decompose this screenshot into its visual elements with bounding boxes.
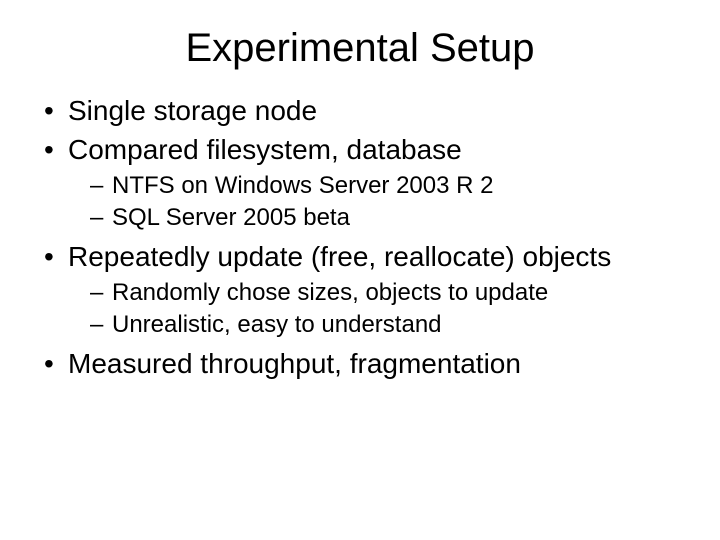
sub-list-item-text: Randomly chose sizes, objects to update bbox=[112, 279, 548, 306]
sub-list-item-text: Unrealistic, easy to understand bbox=[112, 311, 442, 338]
list-item-text: Repeatedly update (free, reallocate) obj… bbox=[68, 241, 611, 272]
sub-list-item: Unrealistic, easy to understand bbox=[90, 310, 690, 340]
list-item-text: Compared filesystem, database bbox=[68, 134, 462, 165]
list-item: Repeatedly update (free, reallocate) obj… bbox=[40, 239, 690, 340]
list-item-text: Single storage node bbox=[68, 95, 317, 126]
sub-list-item: SQL Server 2005 beta bbox=[90, 203, 690, 233]
sub-bullet-list: Randomly chose sizes, objects to update … bbox=[68, 278, 690, 340]
sub-bullet-list: NTFS on Windows Server 2003 R 2 SQL Serv… bbox=[68, 171, 690, 233]
sub-list-item: Randomly chose sizes, objects to update bbox=[90, 278, 690, 308]
bullet-list: Single storage node Compared filesystem,… bbox=[30, 93, 690, 381]
slide-title: Experimental Setup bbox=[30, 26, 690, 71]
sub-list-item-text: NTFS on Windows Server 2003 R 2 bbox=[112, 172, 493, 199]
list-item: Compared filesystem, database NTFS on Wi… bbox=[40, 132, 690, 233]
sub-list-item: NTFS on Windows Server 2003 R 2 bbox=[90, 171, 690, 201]
slide: Experimental Setup Single storage node C… bbox=[0, 0, 720, 540]
list-item: Single storage node bbox=[40, 93, 690, 128]
sub-list-item-text: SQL Server 2005 beta bbox=[112, 204, 350, 231]
list-item: Measured throughput, fragmentation bbox=[40, 346, 690, 381]
list-item-text: Measured throughput, fragmentation bbox=[68, 348, 521, 379]
